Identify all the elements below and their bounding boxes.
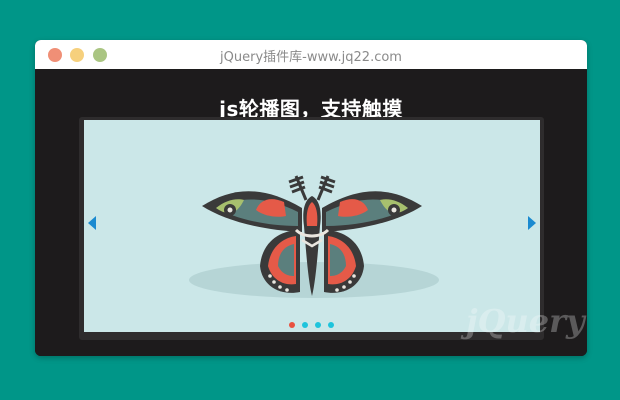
carousel-prev-button[interactable] [88, 216, 96, 230]
pagination-dot-4[interactable] [328, 322, 334, 328]
pagination-dot-3[interactable] [315, 322, 321, 328]
window-titlebar: jQuery插件库-www.jq22.com [35, 40, 587, 69]
carousel-next-button[interactable] [528, 216, 536, 230]
watermark-text: jQuery [466, 302, 585, 340]
jquery-watermark-logo: jQuery [466, 300, 585, 344]
window-title: jQuery插件库-www.jq22.com [220, 50, 402, 65]
pagination-dot-1[interactable] [289, 322, 295, 328]
pagination-dot-2[interactable] [302, 322, 308, 328]
